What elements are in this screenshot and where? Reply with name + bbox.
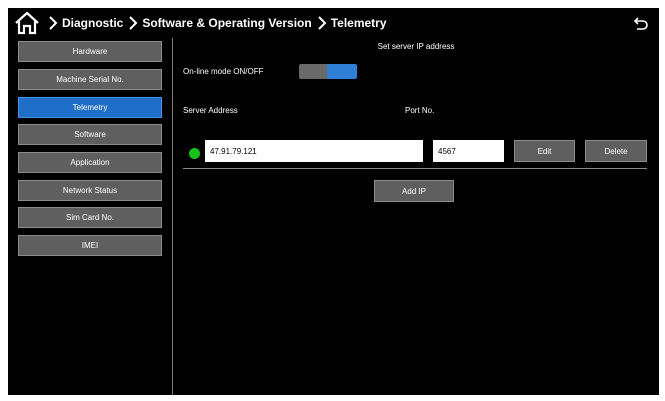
chevron-right-icon (48, 16, 58, 30)
sidebar-item-machine-serial[interactable]: Machine Serial No. (18, 69, 162, 90)
screen: Diagnostic Software & Operating Version … (8, 8, 659, 395)
toggle-knob (327, 64, 357, 79)
sidebar-item-hardware[interactable]: Hardware (18, 41, 162, 62)
home-icon (15, 11, 39, 35)
back-button[interactable] (631, 13, 651, 33)
sidebar-item-network-status[interactable]: Network Status (18, 180, 162, 201)
breadcrumb-item-diagnostic[interactable]: Diagnostic (62, 16, 123, 30)
edit-button[interactable]: Edit (514, 140, 575, 162)
add-ip-button[interactable]: Add IP (374, 180, 454, 202)
connection-status-icon (189, 148, 200, 159)
online-mode-label: On-line mode ON/OFF (183, 67, 264, 76)
breadcrumb: Diagnostic Software & Operating Version … (46, 14, 387, 32)
server-address-label: Server Address (183, 106, 238, 115)
sidebar: Hardware Machine Serial No. Telemetry So… (8, 38, 173, 395)
sidebar-item-imei[interactable]: IMEI (18, 235, 162, 256)
sidebar-item-application[interactable]: Application (18, 152, 162, 173)
port-field[interactable]: 4567 (433, 140, 504, 162)
back-arrow-icon (633, 17, 648, 30)
sidebar-item-sim-card[interactable]: Sim Card No. (18, 207, 162, 228)
divider (183, 168, 647, 169)
server-address-field[interactable]: 47.91.79.121 (205, 140, 423, 162)
home-button[interactable] (12, 10, 42, 36)
online-mode-toggle[interactable] (299, 64, 357, 79)
sidebar-item-telemetry[interactable]: Telemetry (18, 97, 162, 118)
delete-button[interactable]: Delete (585, 140, 647, 162)
port-label: Port No. (405, 106, 435, 115)
sidebar-item-software[interactable]: Software (18, 124, 162, 145)
chevron-right-icon (128, 16, 138, 30)
breadcrumb-item-telemetry: Telemetry (330, 16, 387, 30)
page-title: Set server IP address (377, 42, 455, 51)
top-bar: Diagnostic Software & Operating Version … (8, 8, 659, 38)
breadcrumb-item-software[interactable]: Software & Operating Version (142, 16, 311, 30)
chevron-right-icon (317, 16, 327, 30)
main-panel: Set server IP address On-line mode ON/OF… (173, 38, 659, 395)
